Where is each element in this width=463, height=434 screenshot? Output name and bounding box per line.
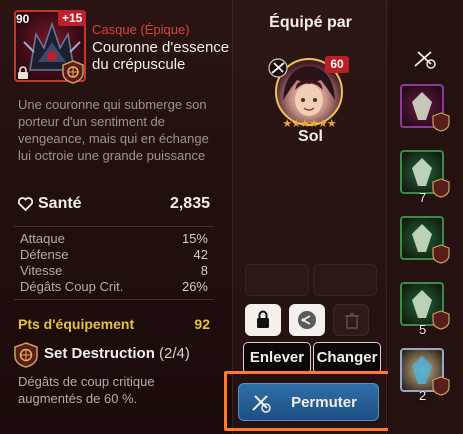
item-detail-panel: 90 +15 Casque (Épique) Couronne d'essenc… — [0, 0, 232, 434]
equipped-title: Équipé par — [269, 14, 352, 31]
permute-label: Permuter — [291, 394, 357, 411]
equipment-screen: 90 +15 Casque (Épique) Couronne d'essenc… — [0, 0, 463, 434]
equipped-by-panel: Équipé par 60 ★★★★★★ Sol Enlever Changer — [232, 0, 387, 434]
hero-level: 60 — [325, 56, 349, 73]
sub-stats: Attaque 15% Défense 42 Vitesse 8 Dégâts … — [14, 226, 214, 300]
gear-points-label: Pts d'équipement — [18, 316, 135, 332]
set-description: Dégâts de coup critique augmentés de 60 … — [18, 374, 155, 406]
class-filter-icon[interactable] — [412, 48, 438, 70]
gear-points-value: 92 — [194, 316, 210, 332]
item-name: Couronne d'essence du crépuscule — [92, 39, 230, 73]
lock-icon — [18, 66, 28, 79]
set-name: Set Destruction (2/4) — [44, 345, 190, 362]
item-description: Une couronne qui submerge son porteur d'… — [18, 97, 209, 163]
sub-stat-row: Dégâts Coup Crit. 26% — [20, 279, 208, 295]
delete-button[interactable] — [333, 304, 369, 336]
set-name-text: Set Destruction — [44, 345, 155, 362]
sub-stat-row: Défense 42 — [20, 247, 208, 263]
sub-stat-row: Vitesse 8 — [20, 263, 208, 279]
share-button[interactable] — [289, 304, 325, 336]
lock-button[interactable] — [245, 304, 281, 336]
heart-icon — [18, 197, 33, 211]
sub-stat-value: 42 — [193, 247, 208, 262]
sub-stat-label: Attaque — [20, 231, 65, 246]
destruction-set-icon — [62, 60, 84, 84]
set-count: (2/4) — [159, 345, 190, 362]
set-badge-icon — [432, 178, 450, 198]
share-icon — [298, 311, 316, 329]
destruction-set-icon — [14, 342, 38, 368]
enhance-badge: +15 — [58, 10, 87, 26]
set-bonus: Set Destruction (2/4) — [14, 340, 224, 368]
permute-button[interactable]: Permuter — [238, 383, 379, 421]
set-badge-icon — [432, 244, 450, 264]
trash-icon — [345, 313, 359, 329]
change-button[interactable]: Changer — [313, 342, 381, 374]
gear-points: Pts d'équipement 92 — [18, 316, 210, 334]
lock-icon — [257, 310, 269, 328]
hero-name: Sol — [298, 128, 323, 145]
swap-icon — [252, 395, 271, 413]
slot-count: 5 — [419, 322, 427, 337]
slot-count: 7 — [419, 190, 427, 205]
sub-stat-label: Défense — [20, 247, 69, 262]
slot-count: 2 — [419, 388, 427, 403]
disabled-slot-button — [245, 264, 309, 296]
item-level: 90 — [16, 12, 30, 26]
sub-stat-row: Attaque 15% — [20, 231, 208, 247]
main-stat-label: Santé — [38, 195, 82, 212]
sub-stat-label: Dégâts Coup Crit. — [20, 279, 124, 294]
sub-stat-value: 8 — [200, 263, 208, 278]
set-badge-icon — [432, 310, 450, 330]
sub-stat-label: Vitesse — [20, 263, 63, 278]
remove-button[interactable]: Enlever — [243, 342, 311, 374]
main-stat: Santé 2,835 — [18, 194, 210, 216]
inventory-panel: 7 5 2 — [388, 0, 463, 434]
sub-stat-value: 26% — [181, 279, 208, 294]
set-badge-icon — [432, 112, 450, 132]
class-icon — [268, 58, 288, 78]
disabled-slot-button — [313, 264, 377, 296]
sub-stat-value: 15% — [181, 231, 208, 246]
set-badge-icon — [432, 376, 450, 396]
main-stat-value: 2,835 — [169, 195, 210, 212]
item-type: Casque (Épique) — [92, 22, 190, 37]
